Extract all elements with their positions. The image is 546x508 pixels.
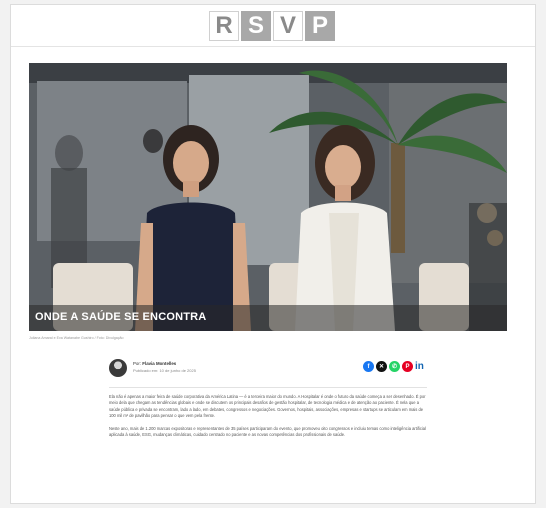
logo-letter-v: V	[273, 11, 303, 41]
x-icon[interactable]: ✕	[376, 361, 387, 372]
facebook-icon[interactable]: f	[363, 361, 374, 372]
logo-letter-s: S	[241, 11, 271, 41]
share-bar: f ✕ ✆ P in	[363, 361, 427, 372]
article-paragraph: Neste ano, mais de 1.200 marcas exposito…	[109, 425, 426, 438]
hero-photo-illustration	[29, 63, 507, 331]
author-prefix: Por:	[133, 361, 142, 366]
author-avatar	[109, 359, 127, 377]
logo-letter-r: R	[209, 11, 239, 41]
article-body: Ela não é apenas a maior feira de saúde …	[109, 394, 427, 444]
logo-letter-p: P	[305, 11, 335, 41]
site-logo[interactable]: R S V P	[209, 11, 335, 41]
site-header: R S V P	[11, 5, 535, 47]
author-name[interactable]: Flavia Montelles	[142, 361, 176, 366]
hero-photo: ONDE A SAÚDE SE ENCONTRA	[29, 63, 507, 331]
whatsapp-icon[interactable]: ✆	[389, 361, 400, 372]
publish-date: Publicado em: 10 de junho de 2025	[133, 368, 196, 373]
divider	[109, 387, 427, 388]
pinterest-icon[interactable]: P	[402, 361, 413, 372]
page: R S V P ONDE A SAÚDE SE ENCONTRA Juliana…	[10, 4, 536, 504]
linkedin-icon[interactable]: in	[415, 361, 427, 372]
article-paragraph: Ela não é apenas a maior feira de saúde …	[109, 394, 426, 419]
author-block: Por: Flavia Montelles Publicado em: 10 d…	[109, 357, 427, 381]
article-title: ONDE A SAÚDE SE ENCONTRA	[29, 305, 507, 331]
author-name-line: Por: Flavia Montelles	[133, 361, 176, 366]
photo-caption: Juliana Amaral e Eva Watanabe Gushiro / …	[29, 336, 124, 340]
